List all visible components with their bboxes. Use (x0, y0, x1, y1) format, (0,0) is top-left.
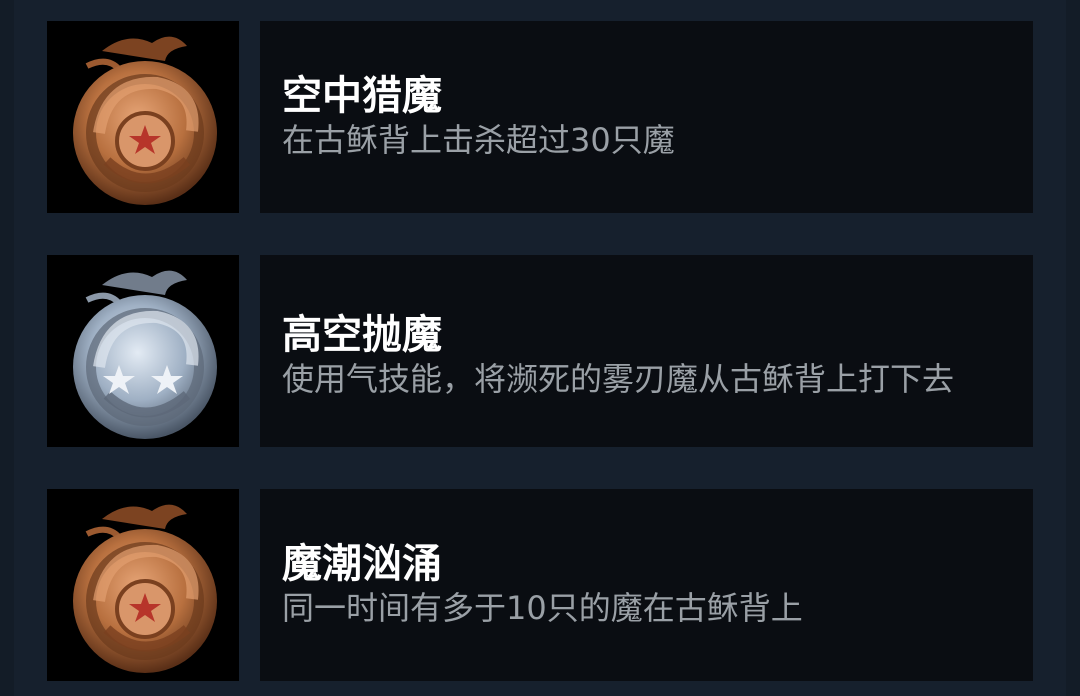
achievement-text-panel: 魔潮汹涌 同一时间有多于10只的魔在古稣背上 (260, 489, 1033, 681)
achievement-title: 空中猎魔 (282, 73, 442, 119)
bronze-dragon-badge-icon (47, 21, 239, 213)
achievement-description: 在古稣背上击杀超过30只魔 (282, 121, 675, 159)
achievement-row[interactable]: 魔潮汹涌 同一时间有多于10只的魔在古稣背上 (47, 489, 1033, 681)
achievement-row[interactable]: 高空抛魔 使用气技能，将濒死的雾刃魔从古稣背上打下去 (47, 255, 1033, 447)
bronze-dragon-badge-icon (47, 489, 239, 681)
achievement-title: 高空抛魔 (282, 312, 442, 358)
achievement-list-page: 空中猎魔 在古稣背上击杀超过30只魔 高空抛魔 使用气技能，将濒死的雾刃魔从古稣… (0, 0, 1080, 696)
achievement-description: 同一时间有多于10只的魔在古稣背上 (282, 589, 803, 627)
achievement-row[interactable]: 空中猎魔 在古稣背上击杀超过30只魔 (47, 21, 1033, 213)
frame-right-border (1066, 0, 1080, 696)
achievement-description: 使用气技能，将濒死的雾刃魔从古稣背上打下去 (282, 360, 955, 398)
achievement-text-panel: 高空抛魔 使用气技能，将濒死的雾刃魔从古稣背上打下去 (260, 255, 1033, 447)
frame-left-border (0, 0, 14, 696)
achievement-text-panel: 空中猎魔 在古稣背上击杀超过30只魔 (260, 21, 1033, 213)
achievement-title: 魔潮汹涌 (282, 541, 442, 587)
silver-dragon-badge-icon (47, 255, 239, 447)
